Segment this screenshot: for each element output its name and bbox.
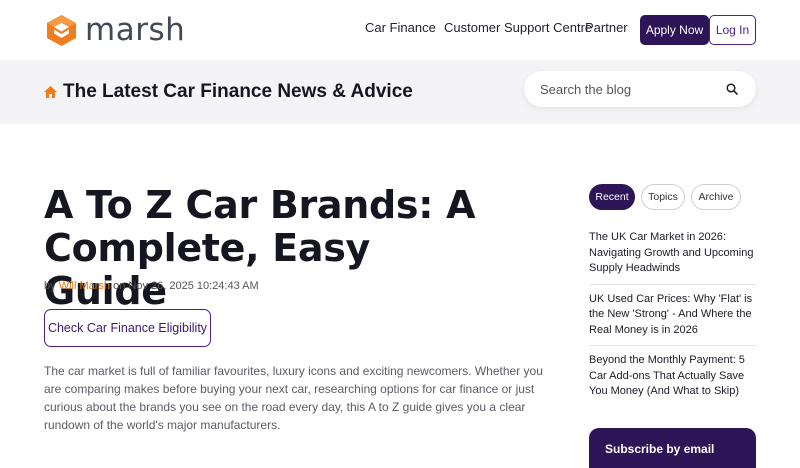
date-prefix: on: [113, 280, 126, 292]
blog-banner: The Latest Car Finance News & Advice: [0, 60, 800, 124]
tab-recent[interactable]: Recent: [589, 184, 635, 210]
top-navigation: marsh Car Finance Customer Support Centr…: [0, 0, 800, 60]
blog-search: [524, 71, 756, 107]
article-title: A To Z Car Brands: A Complete, Easy Guid…: [44, 183, 476, 313]
nav-link-customer-support[interactable]: Customer Support Centre: [444, 20, 592, 35]
brand-name: marsh: [85, 12, 186, 48]
search-icon[interactable]: [726, 83, 738, 95]
recent-post-link[interactable]: UK Used Car Prices: Why 'Flat' is the Ne…: [589, 292, 756, 346]
search-input[interactable]: [540, 81, 720, 97]
author-link[interactable]: Will Marsh: [59, 280, 110, 292]
log-in-button[interactable]: Log In: [709, 15, 756, 45]
nav-link-car-finance[interactable]: Car Finance: [365, 20, 436, 35]
nav-link-partner[interactable]: Partner: [585, 20, 628, 35]
blog-title: The Latest Car Finance News & Advice: [63, 81, 413, 102]
subscribe-card: Subscribe by email: [589, 428, 756, 468]
recent-post-link[interactable]: Beyond the Monthly Payment: 5 Car Add-on…: [589, 353, 756, 407]
article-byline: by Will Marsh on Nov 26, 2025 10:24:43 A…: [44, 280, 259, 292]
blog-heading: The Latest Car Finance News & Advice: [44, 81, 413, 103]
brand-logo[interactable]: marsh: [45, 14, 185, 47]
article-intro: The car market is full of familiar favou…: [44, 364, 543, 432]
subscribe-heading: Subscribe by email: [605, 442, 715, 456]
home-icon[interactable]: [44, 86, 57, 98]
sidebar-tabs: Recent Topics Archive: [589, 184, 747, 210]
recent-posts-list: The UK Car Market in 2026: Navigating Gr…: [589, 230, 756, 414]
apply-now-button[interactable]: Apply Now: [640, 15, 709, 45]
tab-topics[interactable]: Topics: [641, 184, 685, 210]
tab-archive[interactable]: Archive: [691, 184, 741, 210]
marsh-logo-icon: [47, 15, 76, 46]
publish-date: Nov 26, 2025 10:24:43 AM: [128, 280, 259, 292]
recent-post-link[interactable]: The UK Car Market in 2026: Navigating Gr…: [589, 230, 756, 285]
byline-prefix: by: [44, 280, 56, 292]
check-eligibility-button[interactable]: Check Car Finance Eligibility: [44, 309, 211, 347]
